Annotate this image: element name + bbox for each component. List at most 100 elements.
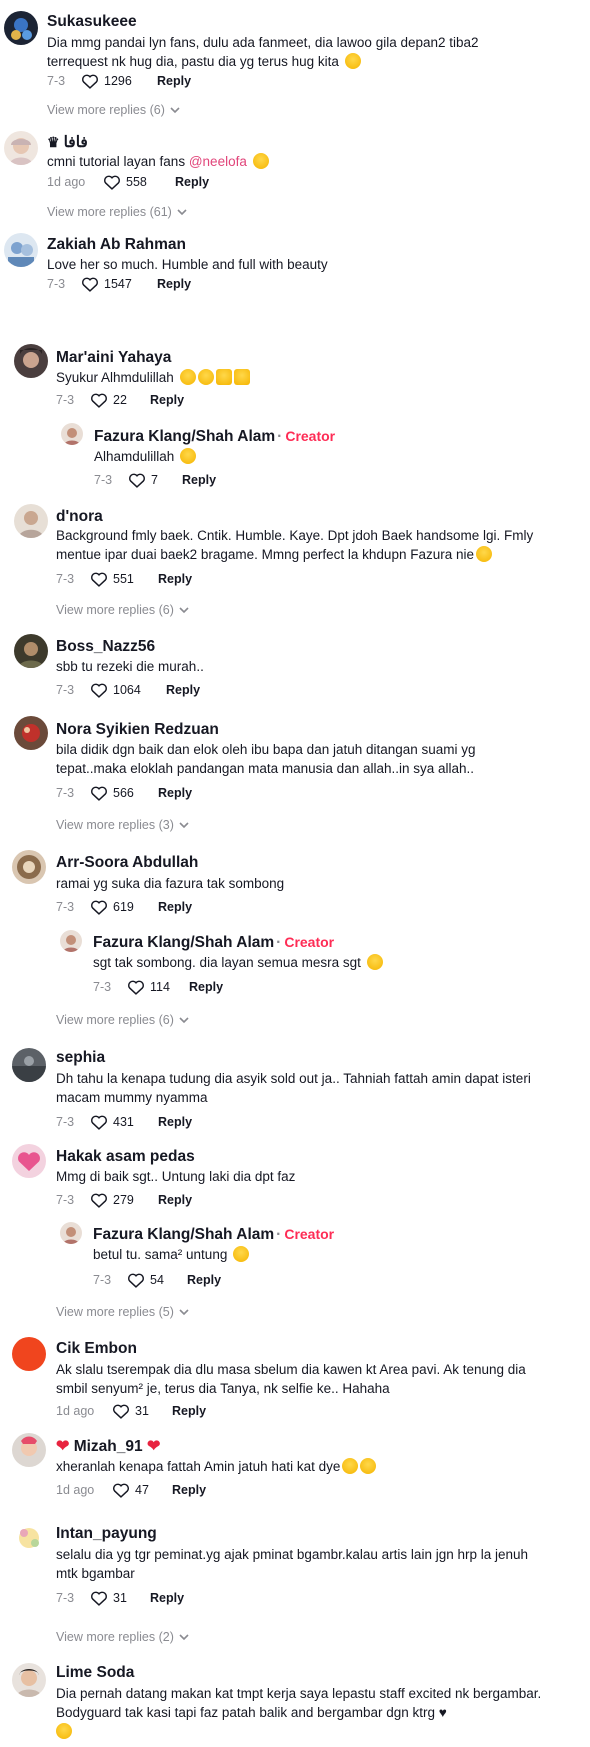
comment-author[interactable]: ♛ فافا — [47, 133, 88, 152]
reply-button[interactable]: Reply — [166, 683, 200, 697]
mention-link[interactable]: @neelofa — [189, 154, 247, 169]
like-button[interactable]: 279 — [90, 1192, 144, 1208]
avatar[interactable] — [12, 1144, 46, 1178]
avatar[interactable] — [14, 634, 48, 668]
heart-outline-icon — [113, 1404, 129, 1419]
like-button[interactable]: 1296 — [81, 73, 143, 89]
avatar[interactable] — [12, 1433, 46, 1467]
view-more-label: View more replies (61) — [47, 205, 172, 219]
like-count: 31 — [113, 1591, 127, 1605]
like-button[interactable]: 7 — [128, 472, 168, 488]
reply-button[interactable]: Reply — [187, 1273, 221, 1287]
comment-author[interactable]: ❤ Mizah_91 ❤ — [56, 1436, 160, 1456]
comment-text: sgt tak sombong. dia layan semua mesra s… — [93, 953, 533, 972]
comment-author[interactable]: Lime Soda — [56, 1664, 134, 1682]
reply-button[interactable]: Reply — [158, 572, 192, 586]
comment-text: sbb tu rezeki die murah.. — [56, 659, 204, 674]
view-more-label: View more replies (5) — [56, 1305, 174, 1319]
blush-emoji-icon — [179, 369, 196, 385]
avatar[interactable] — [61, 423, 83, 445]
reply-button[interactable]: Reply — [189, 980, 223, 994]
avatar[interactable] — [60, 930, 82, 952]
avatar[interactable] — [14, 716, 48, 750]
avatar[interactable] — [12, 1337, 46, 1371]
like-button[interactable]: 47 — [112, 1482, 158, 1498]
heart-outline-icon — [129, 473, 145, 488]
heart-outline-icon — [82, 277, 98, 292]
chevron-down-icon — [179, 607, 189, 614]
comment-author[interactable]: Sukasukeee — [47, 13, 137, 31]
comment-author[interactable]: sephia — [56, 1049, 105, 1067]
like-count: 431 — [113, 1115, 134, 1129]
like-button[interactable]: 431 — [90, 1114, 144, 1130]
reply-button[interactable]: Reply — [157, 277, 191, 291]
comment-author[interactable]: Hakak asam pedas — [56, 1148, 195, 1166]
heart-eyes-emoji-icon — [360, 1458, 377, 1474]
avatar[interactable] — [12, 1521, 46, 1555]
reply-button[interactable]: Reply — [158, 1193, 192, 1207]
comment-text: Love her so much. Humble and full with b… — [47, 257, 328, 272]
view-more-replies[interactable]: View more replies (3) — [56, 818, 189, 832]
like-button[interactable]: 31 — [90, 1590, 136, 1606]
avatar[interactable] — [14, 344, 48, 378]
thumbs-up-emoji-icon — [215, 369, 232, 385]
heart-outline-icon — [82, 74, 98, 89]
avatar[interactable] — [14, 504, 48, 538]
reply-button[interactable]: Reply — [150, 393, 184, 407]
like-button[interactable]: 558 — [103, 174, 161, 190]
view-more-replies[interactable]: View more replies (6) — [56, 603, 189, 617]
like-button[interactable]: 566 — [90, 785, 144, 801]
reply-button[interactable]: Reply — [172, 1404, 206, 1418]
avatar[interactable] — [4, 233, 38, 267]
comment-author[interactable]: Cik Embon — [56, 1340, 137, 1358]
comment-author[interactable]: Mar'aini Yahaya — [56, 349, 171, 367]
like-button[interactable]: 114 — [127, 979, 175, 995]
view-more-replies[interactable]: View more replies (61) — [47, 205, 187, 219]
like-button[interactable]: 551 — [90, 571, 144, 587]
reply-button[interactable]: Reply — [158, 1115, 192, 1129]
comment-text: Dia pernah datang makan kat tmpt kerja s… — [56, 1684, 561, 1741]
reply-button[interactable]: Reply — [158, 786, 192, 800]
reply-button[interactable]: Reply — [172, 1483, 206, 1497]
comment-author[interactable]: Fazura Klang/Shah Alam · Creator — [93, 1226, 334, 1244]
comment-author[interactable]: Zakiah Ab Rahman — [47, 236, 186, 254]
comment-date: 7-3 — [93, 1273, 112, 1287]
like-count: 7 — [151, 473, 158, 487]
comment-author[interactable]: Fazura Klang/Shah Alam · Creator — [94, 428, 335, 446]
reply-button[interactable]: Reply — [175, 175, 209, 189]
comment-date: 1d ago — [56, 1404, 95, 1418]
like-button[interactable]: 1064 — [90, 682, 152, 698]
comment-author[interactable]: Boss_Nazz56 — [56, 638, 155, 656]
avatar[interactable] — [4, 131, 38, 165]
comment-author[interactable]: Nora Syikien Redzuan — [56, 721, 219, 739]
like-button[interactable]: 31 — [112, 1403, 158, 1419]
comment-text: Ak slalu tserempak dia dlu masa sbelum d… — [56, 1362, 526, 1396]
avatar[interactable] — [12, 1048, 46, 1082]
grin-emoji-icon — [344, 53, 361, 69]
avatar[interactable] — [12, 850, 46, 884]
reply-button[interactable]: Reply — [182, 473, 216, 487]
comment-text: cmni tutorial layan fans @neelofa — [47, 152, 527, 171]
comment-text: xheranlah kenapa fattah Amin jatuh hati … — [56, 1457, 536, 1476]
comment-author[interactable]: Arr-Soora Abdullah — [56, 854, 198, 872]
comment-author[interactable]: Fazura Klang/Shah Alam · Creator — [93, 934, 334, 952]
heart-eyes-emoji-icon — [180, 448, 197, 464]
view-more-replies[interactable]: View more replies (2) — [56, 1630, 189, 1644]
avatar[interactable] — [4, 11, 38, 45]
like-button[interactable]: 619 — [90, 899, 144, 915]
comment-author[interactable]: Intan_payung — [56, 1525, 157, 1543]
avatar[interactable] — [60, 1222, 82, 1244]
like-button[interactable]: 1547 — [81, 276, 143, 292]
comment-date: 7-3 — [47, 74, 66, 88]
like-button[interactable]: 22 — [90, 392, 136, 408]
reply-button[interactable]: Reply — [150, 1591, 184, 1605]
reply-button[interactable]: Reply — [157, 74, 191, 88]
reply-button[interactable]: Reply — [158, 900, 192, 914]
comment-author[interactable]: d'nora — [56, 508, 103, 526]
like-button[interactable]: 54 — [127, 1272, 173, 1288]
view-more-replies[interactable]: View more replies (6) — [47, 103, 180, 117]
view-more-replies[interactable]: View more replies (6) — [56, 1013, 189, 1027]
avatar[interactable] — [12, 1663, 46, 1697]
comment-text: ramai yg suka dia fazura tak sombong — [56, 876, 285, 891]
view-more-replies[interactable]: View more replies (5) — [56, 1305, 189, 1319]
